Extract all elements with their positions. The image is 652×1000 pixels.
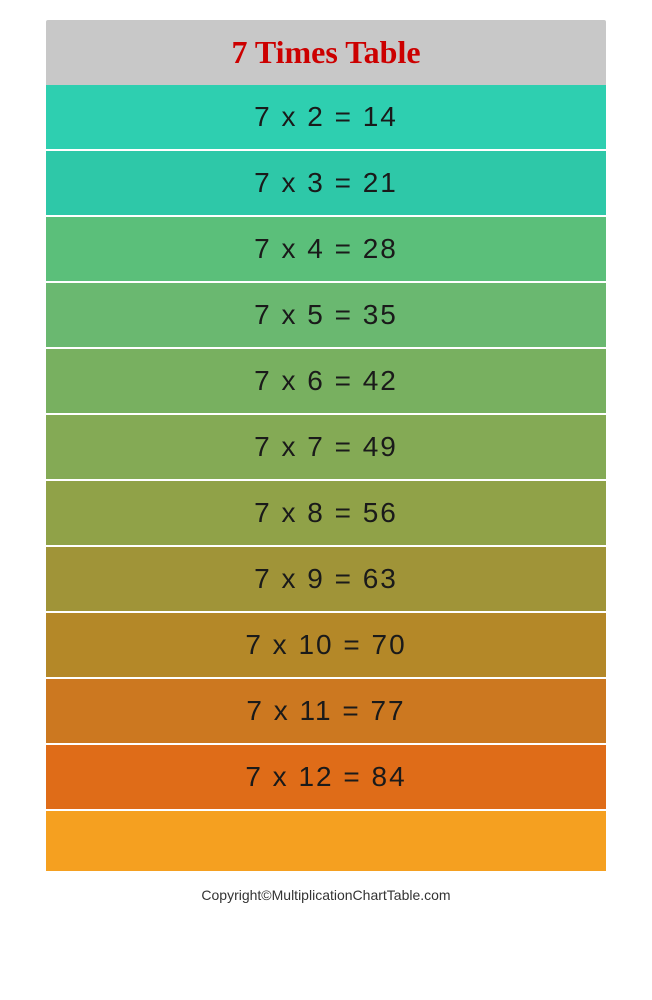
table-row-text: 7 x 2 = 14 bbox=[254, 101, 398, 133]
table-row: 7 x 8 = 56 bbox=[46, 481, 606, 547]
footer-text: Copyright©MultiplicationChartTable.com bbox=[201, 887, 450, 903]
table-row-text: 7 x 12 = 84 bbox=[245, 761, 406, 793]
main-container: 7 Times Table 7 x 2 = 14 7 x 3 = 21 7 x 4 … bbox=[46, 20, 606, 871]
table-row: 7 x 11 = 77 bbox=[46, 679, 606, 745]
table-row-text: 7 x 7 = 49 bbox=[254, 431, 398, 463]
table-row-text: 7 x 10 = 70 bbox=[245, 629, 406, 661]
table-row-text: 7 x 11 = 77 bbox=[246, 695, 405, 727]
footer: Copyright©MultiplicationChartTable.com bbox=[201, 887, 450, 903]
page-title: 7 Times Table bbox=[231, 34, 420, 70]
table-row: 7 x 6 = 42 bbox=[46, 349, 606, 415]
orange-bar bbox=[46, 811, 606, 871]
table-row: 7 x 4 = 28 bbox=[46, 217, 606, 283]
table-row: 7 x 5 = 35 bbox=[46, 283, 606, 349]
table-row: 7 x 12 = 84 bbox=[46, 745, 606, 811]
table-row: 7 x 2 = 14 bbox=[46, 85, 606, 151]
table-row-text: 7 x 9 = 63 bbox=[254, 563, 398, 595]
table-row: 7 x 3 = 21 bbox=[46, 151, 606, 217]
table-row-text: 7 x 3 = 21 bbox=[254, 167, 398, 199]
table-row: 7 x 7 = 49 bbox=[46, 415, 606, 481]
table-row-text: 7 x 8 = 56 bbox=[254, 497, 398, 529]
table-rows: 7 x 2 = 14 7 x 3 = 21 7 x 4 = 28 7 x 5 = 35… bbox=[46, 85, 606, 811]
title-row: 7 Times Table bbox=[46, 20, 606, 85]
table-row-text: 7 x 6 = 42 bbox=[254, 365, 398, 397]
table-row: 7 x 10 = 70 bbox=[46, 613, 606, 679]
table-row: 7 x 9 = 63 bbox=[46, 547, 606, 613]
table-row-text: 7 x 4 = 28 bbox=[254, 233, 398, 265]
table-row-text: 7 x 5 = 35 bbox=[254, 299, 398, 331]
